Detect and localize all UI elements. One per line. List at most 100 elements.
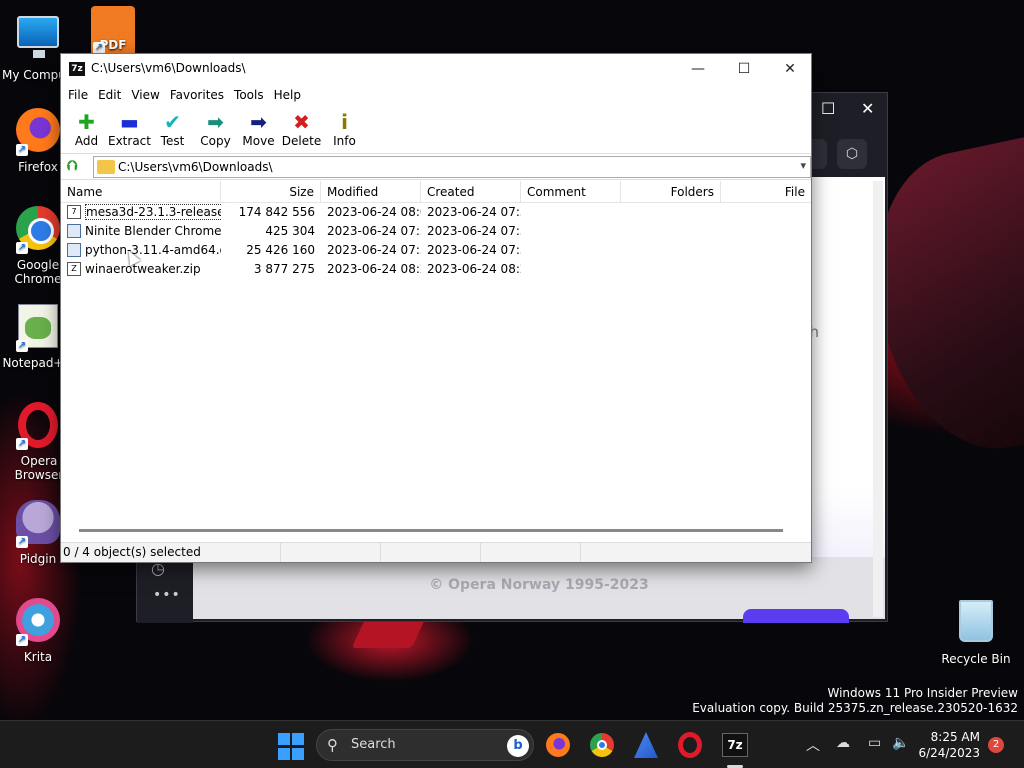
address-path: C:\Users\vm6\Downloads\ — [118, 160, 273, 174]
more-icon[interactable]: ••• — [153, 587, 181, 603]
sevenzip-app-icon: 7z — [69, 62, 85, 76]
toolbar-delete-button[interactable]: ✖ Delete — [280, 106, 323, 153]
folder-icon — [97, 160, 115, 174]
title-bar[interactable]: 7z C:\Users\vm6\Downloads\ — ☐ ✕ — [61, 54, 811, 84]
pidgin-icon: ↗ — [14, 500, 62, 548]
file-size: 425 304 — [265, 224, 315, 238]
search-label: Search — [351, 737, 396, 752]
column-comment[interactable]: Comment — [521, 181, 621, 202]
chevron-down-icon[interactable]: ▾ — [800, 159, 806, 172]
cube-icon[interactable]: ⬡ — [837, 139, 867, 169]
test-icon: ✔ — [164, 110, 181, 134]
archive-file-icon: 7 — [67, 205, 81, 219]
desktop-icon-label: Google Chrome — [14, 258, 62, 286]
file-name-cell: Ninite Blender Chrome ... — [61, 222, 221, 241]
column-created[interactable]: Created — [421, 181, 521, 202]
toolbar-button-label: Delete — [281, 134, 322, 148]
file-row[interactable]: python-3.11.4-amd64.exe 25 426 160 2023-06… — [61, 241, 811, 260]
column-modified[interactable]: Modified — [321, 181, 421, 202]
pdf-icon: PDF ↗ — [91, 6, 139, 56]
network-icon[interactable]: ▭ — [868, 735, 881, 751]
toolbar-add-button[interactable]: ✚ Add — [65, 106, 108, 153]
horizontal-scrollbar[interactable] — [79, 529, 783, 532]
column-size[interactable]: Size — [221, 181, 321, 202]
file-name-cell: 7 mesa3d-23.1.3-release-... — [61, 203, 221, 222]
cloud-offline-icon[interactable]: ☁ — [836, 735, 850, 751]
status-text: 0 / 4 object(s) selected — [61, 543, 281, 562]
desktop-icon-label: Recycle Bin — [941, 652, 1011, 666]
maximize-button[interactable]: ☐ — [721, 54, 767, 84]
clock-time: 8:25 AM — [930, 730, 980, 744]
menu-favorites[interactable]: Favorites — [165, 84, 229, 106]
file-modified: 2023-06-24 08:01 — [327, 205, 421, 219]
bing-icon[interactable]: b — [507, 735, 529, 757]
taskbar-search[interactable]: ⚲ Search b — [316, 729, 534, 761]
file-size: 3 877 275 — [253, 262, 315, 276]
file-name: winaerotweaker.zip — [85, 262, 201, 276]
taskbar-clock[interactable]: 8:25 AM 6/24/2023 — [918, 729, 980, 761]
close-icon[interactable]: ✕ — [861, 99, 874, 118]
chevron-up-icon[interactable]: ︿ — [806, 735, 820, 755]
window-title: C:\Users\vm6\Downloads\ — [91, 61, 246, 75]
desktop-icon-label: Krita — [23, 650, 53, 664]
menu-bar: File Edit View Favorites Tools Help — [61, 84, 811, 106]
recycle-bin-icon — [952, 600, 1000, 648]
start-button[interactable] — [278, 733, 306, 761]
up-folder-icon[interactable]: ⮉ — [67, 158, 83, 174]
file-row[interactable]: Zwinaerotweaker.zip 3 877 275 2023-06-24 0… — [61, 260, 811, 279]
close-button[interactable]: ✕ — [767, 54, 813, 84]
taskbar-opera-icon[interactable] — [678, 732, 702, 758]
watermark-line-2: Evaluation copy. Build 25375.zn_release.… — [692, 701, 1018, 715]
opera-icon: ↗ — [14, 402, 62, 450]
windows-watermark: Windows 11 Pro Insider Preview Evaluatio… — [692, 686, 1018, 716]
column-files[interactable]: File — [721, 181, 811, 202]
desktop-icon-label: Opera Browser — [14, 454, 64, 482]
toolbar-button-label: Extract — [108, 134, 151, 148]
volume-icon[interactable]: 🔈 — [892, 735, 909, 751]
toolbar-extract-button[interactable]: ▬ Extract — [108, 106, 151, 153]
toolbar-button-label: Add — [74, 134, 99, 148]
column-name[interactable]: Name — [61, 181, 221, 202]
address-bar: ⮉ C:\Users\vm6\Downloads\ ▾ — [61, 154, 811, 180]
desktop-icon-label: My Computer — [2, 68, 66, 82]
toolbar-info-button[interactable]: i Info — [323, 106, 366, 153]
delete-icon: ✖ — [293, 110, 310, 134]
notification-badge[interactable]: 2 — [988, 737, 1004, 753]
taskbar-firefox-icon[interactable] — [546, 733, 570, 757]
column-folders[interactable]: Folders — [621, 181, 721, 202]
address-input[interactable]: C:\Users\vm6\Downloads\ ▾ — [93, 156, 811, 178]
taskbar-chrome-icon[interactable] — [590, 733, 614, 757]
menu-view[interactable]: View — [126, 84, 164, 106]
opera-scrollbar[interactable] — [873, 181, 883, 617]
file-created: 2023-06-24 07:58 — [427, 205, 521, 219]
toolbar-test-button[interactable]: ✔ Test — [151, 106, 194, 153]
menu-help[interactable]: Help — [269, 84, 306, 106]
toolbar-copy-button[interactable]: ➡ Copy — [194, 106, 237, 153]
move-icon: ➡ — [250, 110, 267, 134]
opera-page-button[interactable] — [743, 609, 849, 623]
file-list[interactable]: Name Size Modified Created Comment Folde… — [61, 181, 811, 537]
toolbar-button-label: Copy — [200, 134, 231, 148]
file-row[interactable]: 7 mesa3d-23.1.3-release-... 174 842 556 202… — [61, 203, 811, 222]
file-name: mesa3d-23.1.3-release-... — [85, 204, 221, 220]
maximize-icon[interactable]: ☐ — [821, 99, 835, 118]
opera-copyright: © Opera Norway 1995-2023 — [429, 577, 649, 593]
file-size: 174 842 556 — [238, 205, 315, 219]
sevenzip-window[interactable]: 7z C:\Users\vm6\Downloads\ — ☐ ✕ File Ed… — [60, 53, 812, 563]
status-bar: 0 / 4 object(s) selected — [61, 542, 811, 562]
desktop-icon-pdf[interactable]: PDF ↗ — [80, 6, 150, 58]
minimize-button[interactable]: — — [675, 54, 721, 84]
menu-tools[interactable]: Tools — [229, 84, 269, 106]
watermark-line-1: Windows 11 Pro Insider Preview — [827, 686, 1018, 700]
desktop-icon-recycle-bin[interactable]: Recycle Bin — [936, 596, 1016, 666]
menu-edit[interactable]: Edit — [93, 84, 126, 106]
clock-date: 6/24/2023 — [918, 746, 980, 760]
taskbar-sevenzip-icon[interactable]: 7z — [722, 733, 748, 757]
file-created: 2023-06-24 08:22 — [427, 262, 521, 276]
menu-file[interactable]: File — [63, 84, 93, 106]
toolbar: ✚ Add ▬ Extract ✔ Test ➡ Copy ➡ Move ✖ Delete i Info — [61, 106, 811, 154]
toolbar-move-button[interactable]: ➡ Move — [237, 106, 280, 153]
desktop-icon-krita[interactable]: ↗ Krita — [0, 596, 76, 664]
file-row[interactable]: Ninite Blender Chrome ... 425 304 2023-06-… — [61, 222, 811, 241]
taskbar-krita-icon[interactable] — [634, 732, 658, 758]
